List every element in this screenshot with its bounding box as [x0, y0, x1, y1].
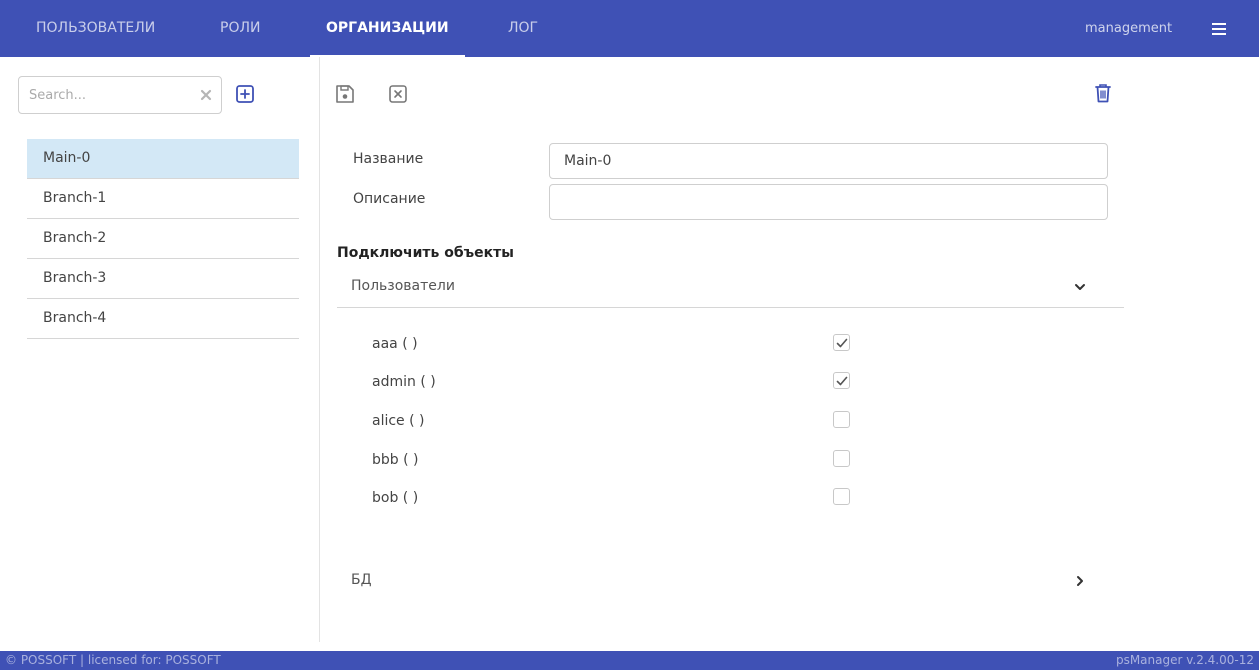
- organization-item-branch-4[interactable]: Branch-4: [27, 299, 299, 339]
- user-checkbox[interactable]: [833, 334, 850, 351]
- organization-item-branch-2[interactable]: Branch-2: [27, 219, 299, 259]
- check-icon: [836, 376, 848, 386]
- tab-users[interactable]: ПОЛЬЗОВАТЕЛИ: [20, 0, 171, 57]
- user-checkbox[interactable]: [833, 450, 850, 467]
- version-text: psManager v.2.4.00-12: [1115, 653, 1254, 667]
- hamburger-menu-icon[interactable]: [1209, 20, 1231, 38]
- db-accordion-header[interactable]: БД: [337, 560, 1124, 602]
- user-row: alice ( ): [372, 404, 852, 442]
- license-text: © POSSOFT | licensed for: POSSOFT: [5, 653, 221, 667]
- users-accordion-header[interactable]: Пользователи: [337, 266, 1124, 308]
- user-row: bob ( ): [372, 481, 852, 519]
- user-checkbox[interactable]: [833, 372, 850, 389]
- user-row: bbb ( ): [372, 443, 852, 481]
- name-label: Название: [353, 151, 424, 167]
- search-box: [18, 76, 222, 114]
- user-row: admin ( ): [372, 365, 852, 403]
- chevron-right-icon: [1077, 576, 1083, 586]
- organization-item-branch-3[interactable]: Branch-3: [27, 259, 299, 299]
- user-name: admin ( ): [372, 374, 436, 390]
- tab-organizations-label: ОРГАНИЗАЦИИ: [326, 20, 449, 36]
- user-checkbox[interactable]: [833, 488, 850, 505]
- user-row: aaa ( ): [372, 327, 852, 365]
- current-user-label: management: [1085, 21, 1173, 36]
- user-name: bbb ( ): [372, 452, 419, 468]
- connect-objects-title: Подключить объекты: [337, 245, 514, 261]
- footer-bar: © POSSOFT | licensed for: POSSOFT psMana…: [0, 651, 1259, 670]
- top-navigation-bar: ПОЛЬЗОВАТЕЛИ РОЛИ ОРГАНИЗАЦИИ ЛОГ manage…: [0, 0, 1259, 57]
- users-accordion-label: Пользователи: [351, 278, 455, 294]
- organization-item-main-0[interactable]: Main-0: [27, 139, 299, 179]
- check-icon: [836, 338, 848, 348]
- user-checkbox[interactable]: [833, 411, 850, 428]
- organization-detail-panel: Название Описание Подключить объекты Пол…: [321, 57, 1259, 642]
- description-field[interactable]: [549, 184, 1108, 220]
- tab-organizations[interactable]: ОРГАНИЗАЦИИ: [310, 0, 465, 57]
- save-icon[interactable]: [334, 83, 356, 105]
- description-label: Описание: [353, 191, 426, 207]
- user-name: alice ( ): [372, 413, 425, 429]
- tab-roles[interactable]: РОЛИ: [204, 0, 276, 57]
- cancel-icon[interactable]: [387, 83, 409, 105]
- tab-log[interactable]: ЛОГ: [492, 0, 554, 57]
- organization-item-branch-1[interactable]: Branch-1: [27, 179, 299, 219]
- organization-list: Main-0 Branch-1 Branch-2 Branch-3 Branch…: [27, 139, 299, 339]
- search-input[interactable]: [29, 77, 189, 113]
- clear-search-icon[interactable]: [199, 88, 213, 102]
- db-accordion-label: БД: [351, 572, 372, 588]
- name-field[interactable]: [549, 143, 1108, 179]
- organization-sidebar: Main-0 Branch-1 Branch-2 Branch-3 Branch…: [0, 57, 320, 642]
- delete-trash-icon[interactable]: [1092, 82, 1114, 104]
- add-organization-icon[interactable]: [235, 84, 255, 104]
- user-name: aaa ( ): [372, 336, 418, 352]
- user-name: bob ( ): [372, 490, 419, 506]
- chevron-down-icon: [1075, 284, 1085, 290]
